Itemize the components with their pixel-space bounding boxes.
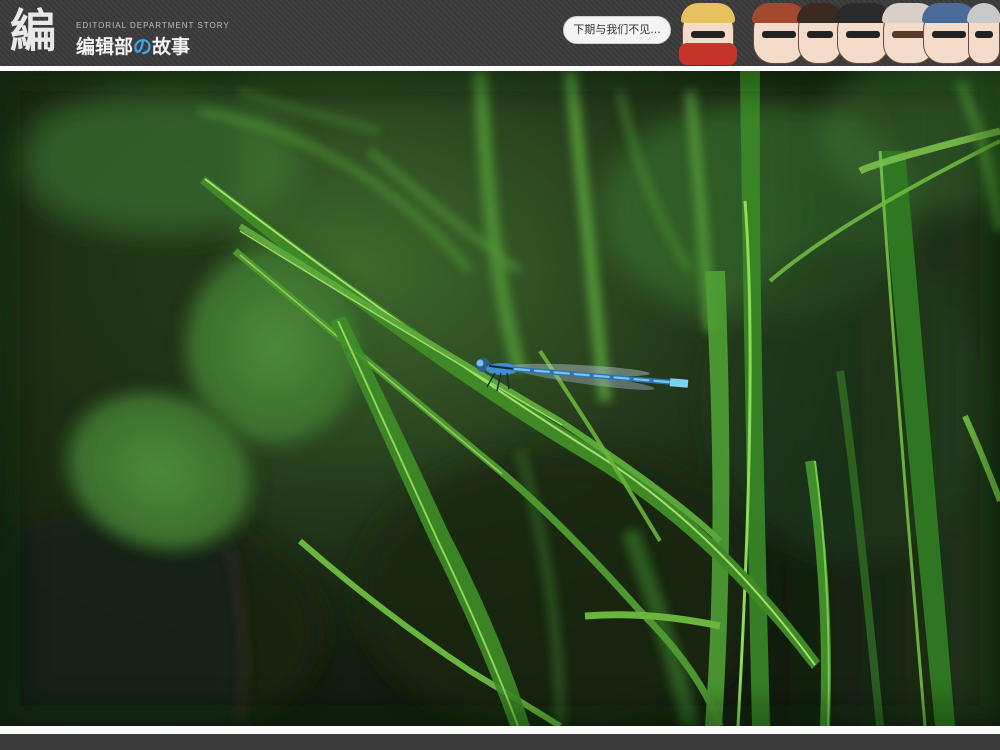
site-footer-band (0, 734, 1000, 750)
photo-damselfly-on-grass (0, 71, 1000, 726)
logo-name[interactable]: 编辑部の故事 (76, 32, 190, 59)
cartoon-face-icon (967, 3, 1000, 64)
cartoon-face-icon (797, 3, 843, 64)
cartoon-faces-banner (679, 0, 1000, 66)
cartoon-face-icon (836, 3, 890, 64)
speech-bubble: 下期与我们不见... (563, 16, 671, 44)
cartoon-face-icon (679, 3, 737, 65)
site-header: 編 EDITORIAL DEPARTMENT STORY 编辑部の故事 下期与我… (0, 0, 1000, 66)
logo-name-part2: 故事 (152, 36, 191, 58)
logo-name-part1: 编辑部 (76, 36, 134, 58)
logo-name-accent: の (133, 36, 153, 58)
logo-subtitle: EDITORIAL DEPARTMENT STORY (76, 21, 230, 30)
photo-illustration (0, 71, 1000, 726)
logo-mark[interactable]: 編 (10, 5, 70, 57)
